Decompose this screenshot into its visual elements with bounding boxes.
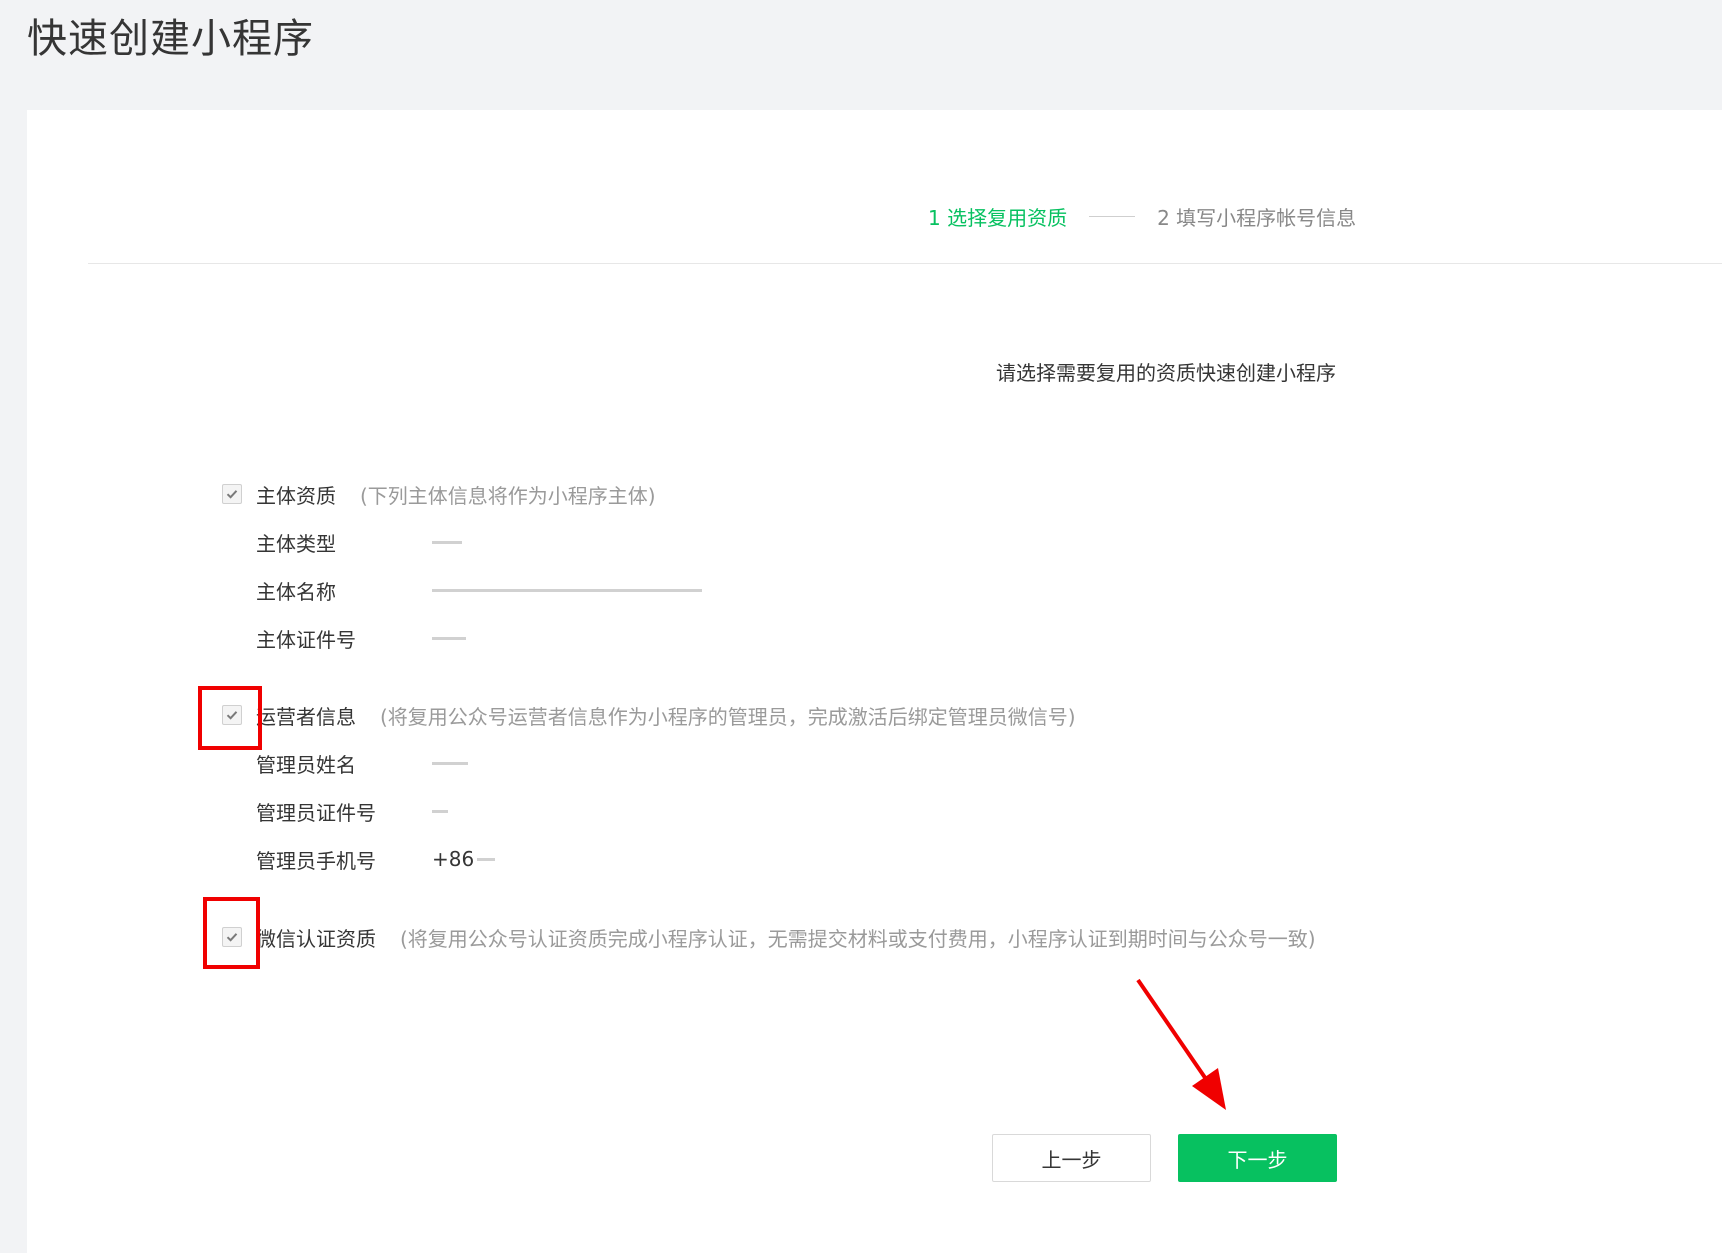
- next-step-button[interactable]: 下一步: [1178, 1134, 1337, 1182]
- page-title: 快速创建小程序: [27, 16, 314, 62]
- operator-section: 运营者信息 (将复用公众号运营者信息作为小程序的管理员，完成激活后绑定管理员微信…: [222, 700, 1076, 873]
- redacted-mark: [432, 588, 702, 592]
- step-connector: [1089, 216, 1136, 217]
- certification-header: 微信认证资质 (将复用公众号认证资质完成小程序认证，无需提交材料或支付费用，小程…: [222, 922, 1316, 952]
- subject-name-label: 主体名称: [256, 579, 336, 604]
- header-divider: [88, 263, 1722, 264]
- admin-id-label: 管理员证件号: [256, 800, 376, 825]
- subject-title: 主体资质: [256, 483, 336, 508]
- subject-note: (下列主体信息将作为小程序主体): [360, 483, 656, 508]
- subject-type-row: 主体类型: [256, 527, 462, 557]
- certification-note: (将复用公众号认证资质完成小程序认证，无需提交材料或支付费用，小程序认证到期时间…: [400, 926, 1316, 951]
- annotation-box-operator: [198, 686, 262, 750]
- subject-id-row: 主体证件号: [256, 623, 466, 653]
- admin-id-row: 管理员证件号: [256, 796, 448, 826]
- redacted-mark: [432, 540, 462, 544]
- certification-section: 微信认证资质 (将复用公众号认证资质完成小程序认证，无需提交材料或支付费用，小程…: [222, 922, 1316, 952]
- redacted-mark: [432, 636, 466, 640]
- step-indicator: 1 选择复用资质 2 填写小程序帐号信息: [928, 202, 1356, 231]
- admin-phone-value: +86: [432, 847, 475, 871]
- redacted-mark: [432, 761, 468, 765]
- subject-type-label: 主体类型: [256, 531, 336, 556]
- annotation-box-certification: [203, 897, 260, 969]
- operator-note: (将复用公众号运营者信息作为小程序的管理员，完成激活后绑定管理员微信号): [380, 704, 1076, 729]
- admin-phone-row: 管理员手机号 +86: [256, 844, 496, 874]
- subject-section: 主体资质 (下列主体信息将作为小程序主体) 主体类型 主体名称 主体证件号: [222, 479, 702, 652]
- subject-id-label: 主体证件号: [256, 627, 356, 652]
- admin-name-row: 管理员姓名: [256, 748, 468, 778]
- main-card: [27, 110, 1722, 1253]
- step-1-label: 1 选择复用资质: [928, 206, 1068, 230]
- certification-title: 微信认证资质: [256, 926, 376, 951]
- prev-step-button[interactable]: 上一步: [992, 1134, 1151, 1182]
- redacted-mark: [432, 809, 448, 813]
- admin-phone-label: 管理员手机号: [256, 848, 376, 873]
- intro-text: 请选择需要复用的资质快速创建小程序: [996, 361, 1336, 385]
- step-2-label: 2 填写小程序帐号信息: [1157, 206, 1357, 230]
- subject-checkbox[interactable]: [222, 484, 242, 504]
- operator-header: 运营者信息 (将复用公众号运营者信息作为小程序的管理员，完成激活后绑定管理员微信…: [222, 700, 1076, 730]
- redacted-mark: [477, 857, 496, 861]
- check-icon: [226, 490, 238, 499]
- operator-title: 运营者信息: [256, 704, 356, 729]
- subject-header: 主体资质 (下列主体信息将作为小程序主体): [222, 479, 656, 509]
- subject-name-row: 主体名称: [256, 575, 702, 605]
- admin-name-label: 管理员姓名: [256, 752, 356, 777]
